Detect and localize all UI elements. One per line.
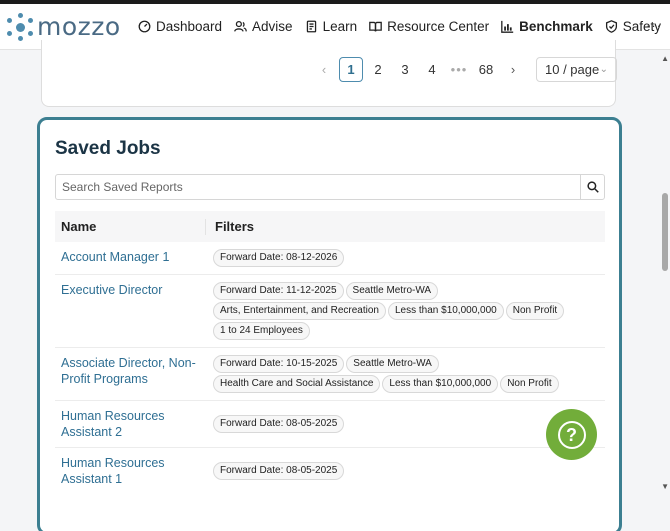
table-row[interactable]: Account Manager 1 Forward Date: 08-12-202… — [55, 242, 605, 275]
table-row[interactable]: Associate Director, Non-Profit Programs F… — [55, 348, 605, 401]
job-name-link[interactable]: Executive Director — [55, 282, 205, 340]
logo-mark-icon — [6, 12, 34, 41]
page-2-button[interactable]: 2 — [366, 57, 390, 82]
column-header-filters: Filters — [205, 218, 254, 235]
nav-label: Benchmark — [519, 19, 593, 34]
filter-tags: Forward Date: 08-05-2025 — [205, 408, 605, 440]
nav-label: Resource Center — [387, 19, 490, 34]
filter-tag: Non Profit — [500, 375, 559, 393]
nav-label: Advise — [252, 19, 293, 34]
filter-tags: Forward Date: 08-05-2025 — [205, 455, 605, 487]
question-icon: ? — [557, 420, 586, 449]
filter-tag: Forward Date: 08-12-2026 — [213, 249, 345, 267]
table-row[interactable]: Executive Director Forward Date: 11-12-20… — [55, 275, 605, 348]
table-header: Name Filters — [55, 211, 605, 242]
table-body: Account Manager 1 Forward Date: 08-12-202… — [55, 242, 605, 494]
filter-tag: Forward Date: 11-12-2025 — [213, 282, 344, 300]
prev-page-button[interactable]: ‹ — [312, 57, 336, 82]
table-row[interactable]: Human Resources Assistant 2 Forward Date:… — [55, 401, 605, 448]
filter-tag: Health Care and Social Assistance — [213, 375, 381, 393]
help-button[interactable]: ? — [546, 409, 597, 460]
gauge-icon — [138, 20, 151, 33]
search-button[interactable] — [580, 175, 604, 199]
filter-tag: 1 to 24 Employees — [213, 322, 310, 340]
page-scrollbar[interactable] — [660, 50, 670, 531]
saved-jobs-table: Name Filters Account Manager 1 Forward Da… — [55, 211, 605, 494]
logo-text: mozzo — [37, 12, 121, 41]
filter-tags: Forward Date: 11-12-2025 Seattle Metro-WA… — [205, 282, 605, 340]
filter-tag: Forward Date: 08-05-2025 — [213, 415, 345, 433]
jump-more-button[interactable]: ••• — [447, 57, 471, 82]
pagination: ‹ 1 2 3 4 ••• 68 › 10 / page ⌄ — [312, 57, 617, 82]
page-1-button[interactable]: 1 — [339, 57, 363, 82]
page-size-value: 10 / page — [545, 62, 600, 77]
page-last-button[interactable]: 68 — [474, 57, 498, 82]
scroll-up-icon[interactable]: ▲ — [661, 54, 669, 63]
job-name-link[interactable]: Human Resources Assistant 1 — [55, 455, 205, 487]
filter-tag: Forward Date: 10-15-2025 — [213, 355, 345, 373]
more-menu-icon[interactable]: ··· — [646, 18, 662, 33]
filter-tag: Arts, Entertainment, and Recreation — [213, 302, 386, 320]
next-page-button[interactable]: › — [501, 57, 525, 82]
job-name-link[interactable]: Account Manager 1 — [55, 249, 205, 267]
saved-jobs-card: Saved Jobs Name Filters Account Manager … — [37, 117, 622, 531]
column-header-name[interactable]: Name — [55, 219, 205, 234]
scroll-down-icon[interactable]: ▼ — [661, 482, 669, 491]
page-size-select[interactable]: 10 / page ⌄ — [536, 57, 617, 82]
search-saved-reports — [55, 174, 605, 200]
scrollbar-thumb[interactable] — [662, 193, 668, 271]
users-icon — [234, 20, 247, 32]
filter-tag: Seattle Metro-WA — [345, 282, 439, 300]
table-row[interactable]: Human Resources Assistant 1 Forward Date:… — [55, 448, 605, 494]
filter-tag: Less than $10,000,000 — [382, 375, 499, 393]
search-input[interactable] — [56, 175, 580, 199]
nav-label: Learn — [322, 19, 358, 34]
bar-chart-icon — [501, 20, 514, 33]
nav-label: Dashboard — [156, 19, 223, 34]
page-4-button[interactable]: 4 — [420, 57, 444, 82]
page-3-button[interactable]: 3 — [393, 57, 417, 82]
saved-jobs-title: Saved Jobs — [55, 138, 161, 159]
search-icon — [586, 181, 599, 193]
logo[interactable]: mozzo — [6, 12, 132, 41]
filter-tag: Seattle Metro-WA — [346, 355, 439, 373]
job-name-link[interactable]: Human Resources Assistant 2 — [55, 408, 205, 440]
book-icon — [306, 20, 316, 33]
filter-tag: Non Profit — [505, 302, 565, 320]
open-book-icon — [369, 21, 382, 32]
filter-tag: Forward Date: 08-05-2025 — [213, 462, 345, 480]
job-name-link[interactable]: Associate Director, Non-Profit Programs — [55, 355, 205, 393]
shield-icon — [605, 20, 617, 33]
chevron-down-icon: ⌄ — [599, 64, 608, 75]
filter-tags: Forward Date: 08-12-2026 — [205, 249, 605, 267]
filter-tag: Less than $10,000,000 — [387, 302, 504, 320]
filter-tags: Forward Date: 10-15-2025 Seattle Metro-WA… — [205, 355, 605, 393]
